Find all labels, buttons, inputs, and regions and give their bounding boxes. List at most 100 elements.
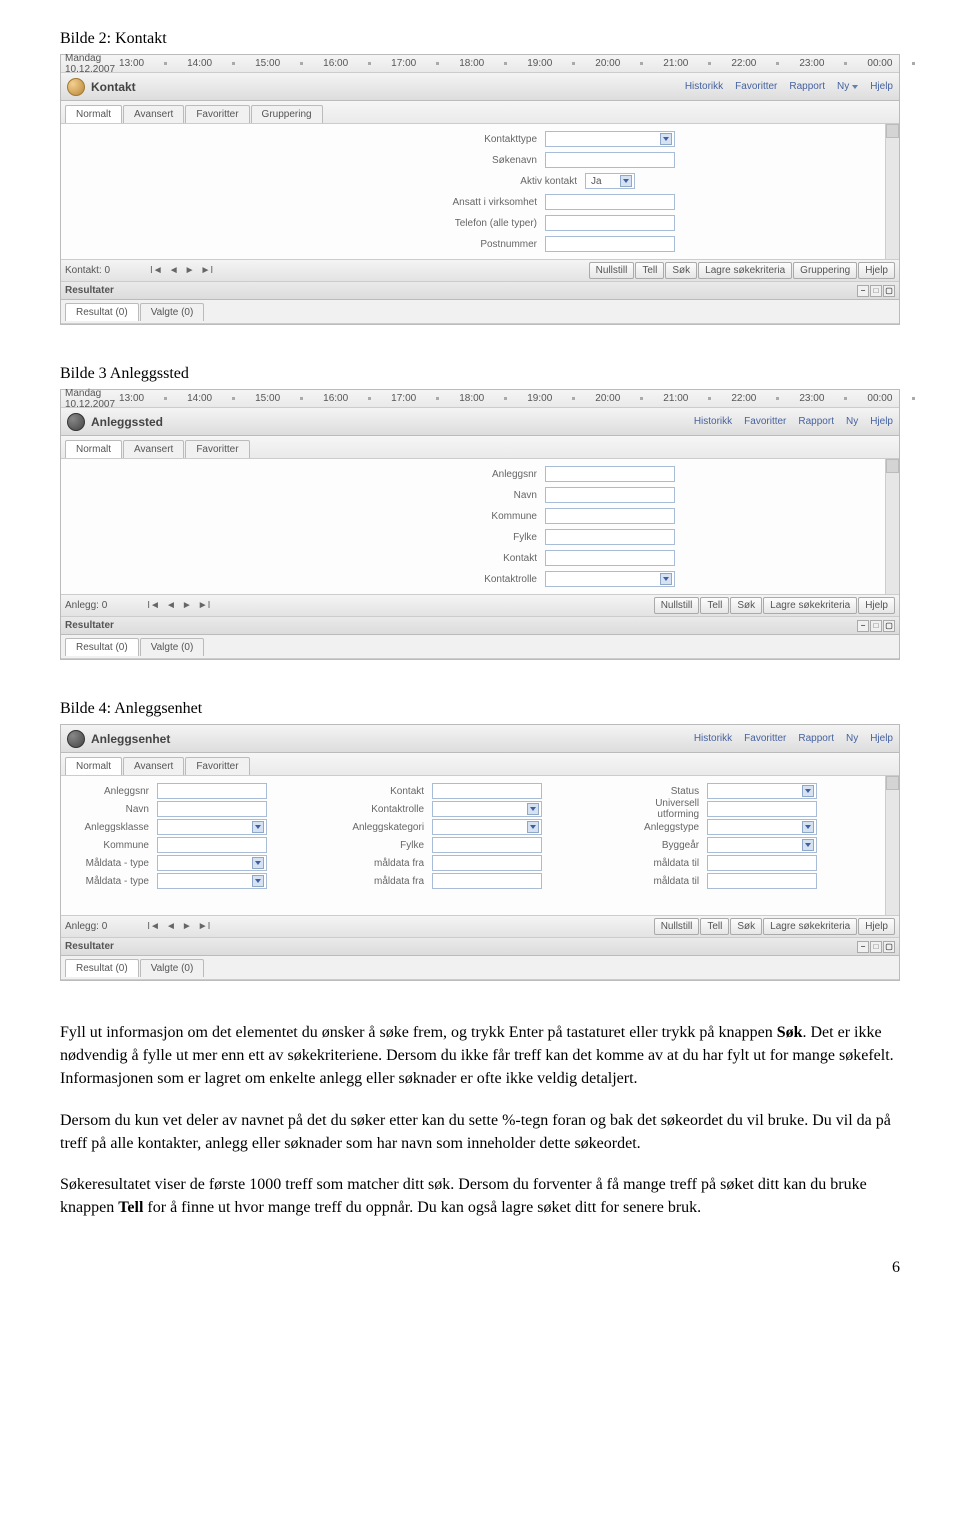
tab-valgte[interactable]: Valgte (0) xyxy=(140,638,205,656)
scrollbar[interactable] xyxy=(885,459,899,594)
select-anleggsklasse[interactable] xyxy=(157,819,267,835)
nav-next-icon[interactable]: ► xyxy=(185,265,195,276)
tab-avansert[interactable]: Avansert xyxy=(123,105,184,123)
tab-normalt[interactable]: Normalt xyxy=(65,105,122,123)
tab-resultat[interactable]: Resultat (0) xyxy=(65,638,139,656)
select-kontakttype[interactable] xyxy=(545,131,675,147)
nav-first-icon[interactable]: I◄ xyxy=(147,921,160,932)
tab-favoritter[interactable]: Favoritter xyxy=(185,105,249,123)
input-telefon[interactable] xyxy=(545,215,675,231)
tab-avansert[interactable]: Avansert xyxy=(123,440,184,458)
select-anleggskategori[interactable] xyxy=(432,819,542,835)
select-maldata-type2[interactable] xyxy=(157,873,267,889)
sok-button[interactable]: Søk xyxy=(665,262,697,279)
maximize-icon[interactable]: □ xyxy=(870,620,882,632)
select-aktiv[interactable]: Ja xyxy=(585,173,635,189)
input-maldata-fra1[interactable] xyxy=(432,855,542,871)
tab-valgte[interactable]: Valgte (0) xyxy=(140,303,205,321)
sok-button[interactable]: Søk xyxy=(730,918,762,935)
nav-first-icon[interactable]: I◄ xyxy=(147,600,160,611)
gruppering-button[interactable]: Gruppering xyxy=(793,262,857,279)
hjelp-button[interactable]: Hjelp xyxy=(858,597,895,614)
select-byggear[interactable] xyxy=(707,837,817,853)
tab-normalt[interactable]: Normalt xyxy=(65,440,122,458)
input-kontakt[interactable] xyxy=(545,550,675,566)
minimize-icon[interactable]: − xyxy=(857,620,869,632)
lagre-button[interactable]: Lagre søkekriteria xyxy=(763,597,857,614)
link-hjelp[interactable]: Hjelp xyxy=(870,81,893,92)
link-favoritter[interactable]: Favoritter xyxy=(735,81,777,92)
tab-gruppering[interactable]: Gruppering xyxy=(251,105,323,123)
nav-next-icon[interactable]: ► xyxy=(182,600,192,611)
tab-avansert[interactable]: Avansert xyxy=(123,757,184,775)
maximize-icon[interactable]: □ xyxy=(870,285,882,297)
select-anleggstype[interactable] xyxy=(707,819,817,835)
link-hjelp[interactable]: Hjelp xyxy=(870,416,893,427)
nav-next-icon[interactable]: ► xyxy=(182,921,192,932)
select-maldata-type1[interactable] xyxy=(157,855,267,871)
select-kontaktrolle[interactable] xyxy=(545,571,675,587)
link-ny[interactable]: Ny xyxy=(837,81,858,92)
input-maldata-til1[interactable] xyxy=(707,855,817,871)
input-kontakt[interactable] xyxy=(432,783,542,799)
minimize-icon[interactable]: − xyxy=(857,941,869,953)
restore-icon[interactable]: ▢ xyxy=(883,620,895,632)
link-historikk[interactable]: Historikk xyxy=(685,81,723,92)
input-anleggsnr[interactable] xyxy=(545,466,675,482)
input-universell[interactable] xyxy=(707,801,817,817)
hjelp-button[interactable]: Hjelp xyxy=(858,262,895,279)
restore-icon[interactable]: ▢ xyxy=(883,941,895,953)
tab-valgte[interactable]: Valgte (0) xyxy=(140,959,205,977)
link-favoritter[interactable]: Favoritter xyxy=(744,733,786,744)
link-historikk[interactable]: Historikk xyxy=(694,733,732,744)
select-kontaktrolle[interactable] xyxy=(432,801,542,817)
nav-last-icon[interactable]: ►I xyxy=(198,600,211,611)
link-ny[interactable]: Ny xyxy=(846,733,858,744)
scrollbar[interactable] xyxy=(885,776,899,915)
nav-last-icon[interactable]: ►I xyxy=(201,265,214,276)
input-kommune[interactable] xyxy=(157,837,267,853)
link-ny[interactable]: Ny xyxy=(846,416,858,427)
lagre-button[interactable]: Lagre søkekriteria xyxy=(763,918,857,935)
tab-resultat[interactable]: Resultat (0) xyxy=(65,959,139,977)
input-kommune[interactable] xyxy=(545,508,675,524)
input-navn[interactable] xyxy=(157,801,267,817)
link-favoritter[interactable]: Favoritter xyxy=(744,416,786,427)
link-hjelp[interactable]: Hjelp xyxy=(870,733,893,744)
scrollbar[interactable] xyxy=(885,124,899,259)
nullstill-button[interactable]: Nullstill xyxy=(654,597,700,614)
nullstill-button[interactable]: Nullstill xyxy=(589,262,635,279)
input-fylke[interactable] xyxy=(545,529,675,545)
lagre-button[interactable]: Lagre søkekriteria xyxy=(698,262,792,279)
nav-prev-icon[interactable]: ◄ xyxy=(166,921,176,932)
tab-favoritter[interactable]: Favoritter xyxy=(185,440,249,458)
link-historikk[interactable]: Historikk xyxy=(694,416,732,427)
nav-prev-icon[interactable]: ◄ xyxy=(169,265,179,276)
input-maldata-til2[interactable] xyxy=(707,873,817,889)
sok-button[interactable]: Søk xyxy=(730,597,762,614)
select-status[interactable] xyxy=(707,783,817,799)
input-anleggsnr[interactable] xyxy=(157,783,267,799)
nullstill-button[interactable]: Nullstill xyxy=(654,918,700,935)
restore-icon[interactable]: ▢ xyxy=(883,285,895,297)
input-maldata-fra2[interactable] xyxy=(432,873,542,889)
input-ansatt[interactable] xyxy=(545,194,675,210)
maximize-icon[interactable]: □ xyxy=(870,941,882,953)
input-postnr[interactable] xyxy=(545,236,675,252)
tab-favoritter[interactable]: Favoritter xyxy=(185,757,249,775)
input-sokenavn[interactable] xyxy=(545,152,675,168)
tab-normalt[interactable]: Normalt xyxy=(65,757,122,775)
link-rapport[interactable]: Rapport xyxy=(789,81,825,92)
nav-prev-icon[interactable]: ◄ xyxy=(166,600,176,611)
input-navn[interactable] xyxy=(545,487,675,503)
tell-button[interactable]: Tell xyxy=(700,918,729,935)
nav-last-icon[interactable]: ►I xyxy=(198,921,211,932)
nav-first-icon[interactable]: I◄ xyxy=(150,265,163,276)
input-fylke[interactable] xyxy=(432,837,542,853)
tell-button[interactable]: Tell xyxy=(635,262,664,279)
link-rapport[interactable]: Rapport xyxy=(798,733,834,744)
tab-resultat[interactable]: Resultat (0) xyxy=(65,303,139,321)
minimize-icon[interactable]: − xyxy=(857,285,869,297)
tell-button[interactable]: Tell xyxy=(700,597,729,614)
link-rapport[interactable]: Rapport xyxy=(798,416,834,427)
